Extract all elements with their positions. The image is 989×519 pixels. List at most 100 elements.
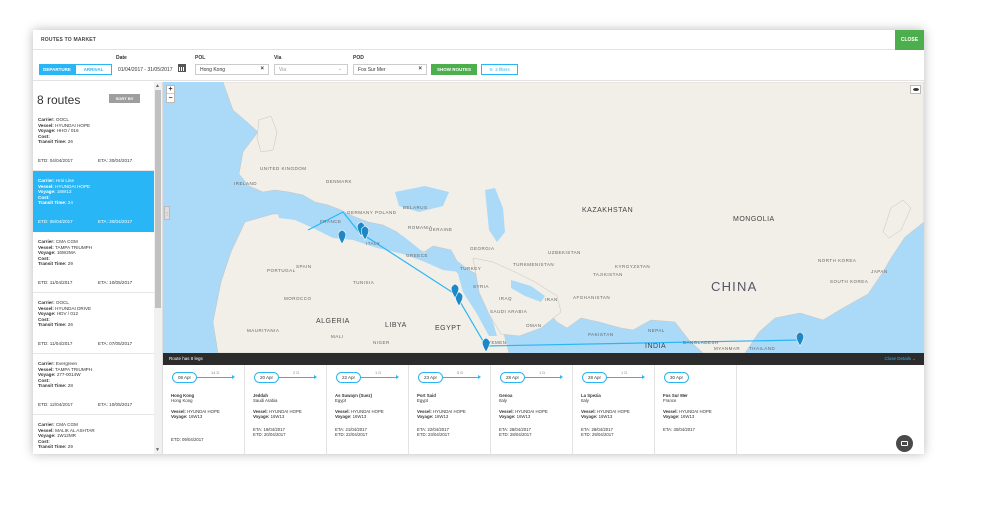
route-leg[interactable]: 28 Apr 1 D La Spezia Italy Vessel: HYUNDAI H… (573, 365, 655, 454)
route-leg[interactable]: 22 Apr 1 D As Suwayn (Suez) Egypt Vessel: HY… (327, 365, 409, 454)
layer-visibility-button[interactable] (910, 85, 921, 94)
label-italy: ITALY (366, 241, 381, 246)
leg-etd: ETD: 28/04/2017 (499, 432, 532, 437)
pod-value: Fos Sur Mer (358, 66, 386, 73)
label-oman: OMAN (526, 323, 542, 328)
close-details-link[interactable]: Close Details ⌄ (884, 356, 916, 362)
label-mongolia: MONGOLIA (733, 216, 775, 223)
route-carrier-value: OOCL (55, 117, 69, 122)
route-vessel-value: TAMPA TRIUMPH (55, 244, 93, 250)
leg-date-pill: 30 Apr (664, 372, 689, 383)
chat-button[interactable] (896, 435, 913, 452)
route-leg[interactable]: 08 Apr 14 D Hong Kong Hong Kong Vessel: HYUN… (163, 365, 245, 454)
route-transit-label: Transit Time: (38, 322, 67, 327)
leg-voyage-value: 16W13 (352, 414, 367, 419)
leg-voyage-value: 16W13 (598, 414, 613, 419)
route-legs: 08 Apr 14 D Hong Kong Hong Kong Vessel: HYUN… (163, 365, 924, 454)
sidebar-collapse-handle[interactable]: ⋮ (164, 206, 170, 220)
close-details-label: Close Details (884, 356, 911, 361)
leg-etd: ETD: 09/04/2017 (171, 437, 204, 442)
route-transit-value: 26 (67, 322, 73, 327)
leg-voyage: Voyage: 16W13 (171, 414, 202, 419)
etd-label: ETD: (38, 279, 49, 285)
route-card[interactable]: Carrier: OOCL Vessel: HYUNDAI DRIVE Voyage… (33, 293, 154, 354)
pod-field[interactable]: Fos Sur Mer × (353, 64, 427, 75)
route-voyage-label: Voyage: (38, 372, 56, 377)
leg-etd: ETD: 20/04/2017 (253, 432, 286, 437)
route-carrier-label: Carrier: (38, 239, 55, 244)
leg-voyage-value: 16W13 (680, 414, 695, 419)
leg-duration: 2 D (293, 370, 300, 375)
route-map[interactable]: KAZAKHSTAN MONGOLIA CHINA INDIA ALGERIA … (163, 82, 924, 353)
route-leg[interactable]: 23 Apr 5 D Port Said Egypt Vessel: HYUNDAI H… (409, 365, 491, 454)
zoom-out-button[interactable]: − (167, 94, 174, 102)
leg-date-pill: 22 Apr (336, 372, 361, 383)
pod-label: POD (353, 55, 364, 61)
departure-toggle[interactable]: DEPARTURE (39, 64, 75, 75)
route-transit-value: 29 (67, 444, 73, 449)
pol-field[interactable]: Hong Kong × (195, 64, 269, 75)
label-georgia: GEORGIA (470, 246, 495, 251)
zoom-in-button[interactable]: + (167, 86, 174, 94)
scroll-up-icon[interactable]: ▲ (155, 83, 160, 89)
route-card[interactable]: Carrier: CMA CGM Vessel: MALIK AL ASHTAR V… (33, 415, 154, 454)
leg-etd-label: ETD: (171, 437, 181, 442)
route-leg[interactable]: 28 Apr 1 D Genoa Italy Vessel: HYUNDAI HOPE V… (491, 365, 573, 454)
scroll-down-icon[interactable]: ▼ (155, 447, 160, 453)
leg-connector-arrow (525, 375, 563, 379)
route-card[interactable]: Carrier: Evergreen Vessel: TAMPA TRIUMPH V… (33, 354, 154, 415)
route-list-scrollbar[interactable]: ▲ ▼ (154, 82, 162, 454)
route-transit-label: Transit Time: (38, 383, 67, 388)
route-dates: ETD: 04/04/2017 ETA: 30/04/2017 (38, 158, 148, 164)
clear-pod-icon[interactable]: × (418, 66, 422, 72)
filter-bar: DEPARTURE ARRIVAL Date 01/04/2017 - 31/0… (33, 51, 924, 81)
calendar-icon[interactable] (178, 64, 186, 72)
zoom-control: + − (166, 85, 175, 103)
label-japan: JAPAN (871, 269, 888, 274)
route-voyage-value: HHO / 016 (56, 128, 79, 133)
leg-voyage: Voyage: 16W13 (335, 414, 366, 419)
route-vessel-label: Vessel: (38, 183, 54, 189)
leg-date-pill: 23 Apr (418, 372, 443, 383)
date-range-field[interactable]: 01/04/2017 - 31/05/2017 (116, 64, 176, 75)
eta-value: 30/04/2017 (109, 157, 133, 163)
close-button[interactable]: CLOSE (895, 30, 924, 50)
filters-button[interactable]: ⚟ 2 filters (481, 64, 518, 75)
title-bar: ROUTES TO MARKET CLOSE (33, 30, 924, 50)
route-leg[interactable]: 30 Apr Fos Sur Mer France Vessel: HYUNDAI H… (655, 365, 737, 454)
leg-etd-value: 20/04/2017 (264, 432, 286, 437)
label-greece: GREECE (406, 253, 429, 258)
show-routes-button[interactable]: SHOW ROUTES (431, 64, 477, 75)
clear-pol-icon[interactable]: × (260, 66, 264, 72)
route-card[interactable]: Carrier: CMA CGM Vessel: TAMPA TRIUMPH Voy… (33, 232, 154, 293)
arrival-toggle[interactable]: ARRIVAL (75, 64, 112, 75)
leg-eta: ETA: 30/04/2017 (663, 427, 695, 432)
leg-duration: 14 D (211, 370, 220, 375)
eta-value: 10/05/2017 (109, 279, 133, 285)
leg-country: Saudi Arabia (253, 398, 278, 403)
route-voyage-label: Voyage: (38, 128, 56, 133)
label-thailand: THAILAND (749, 346, 776, 351)
route-transit-line: Transit Time: 28 (38, 383, 154, 389)
route-leg[interactable]: 20 Apr 2 D Jeddah Saudi Arabia Vessel: HYUND… (245, 365, 327, 454)
label-yemen: YEMEN (488, 340, 507, 345)
label-mali: MALI (331, 334, 344, 339)
route-transit-line: Transit Time: 26 (38, 139, 154, 145)
label-kazakhstan: KAZAKHSTAN (582, 207, 634, 214)
sort-by-button[interactable]: SORT BY (109, 94, 140, 103)
leg-voyage-value: 16W13 (270, 414, 285, 419)
via-select[interactable]: Via ⌄ (274, 64, 348, 75)
route-card[interactable]: Carrier: OOCL Vessel: HYUNDAI HOPE Voyage:… (33, 110, 154, 171)
leg-etd-value: 23/04/2017 (428, 432, 450, 437)
route-transit-label: Transit Time: (38, 261, 67, 266)
label-poland: POLAND (375, 210, 397, 215)
route-card[interactable]: Carrier: Hmi Line Vessel: HYUNDAI HOPE Voy… (33, 171, 154, 232)
pol-value: Hong Kong (200, 66, 226, 73)
label-myanmar: MYANMAR (714, 346, 741, 351)
etd-value: 11/04/2017 (49, 279, 73, 285)
scrollbar-thumb[interactable] (155, 90, 161, 308)
leg-country: Egypt (335, 398, 346, 403)
leg-etd: ETD: 22/04/2017 (335, 432, 368, 437)
etd-value: 05/04/2017 (49, 218, 73, 224)
date-label: Date (116, 55, 127, 61)
